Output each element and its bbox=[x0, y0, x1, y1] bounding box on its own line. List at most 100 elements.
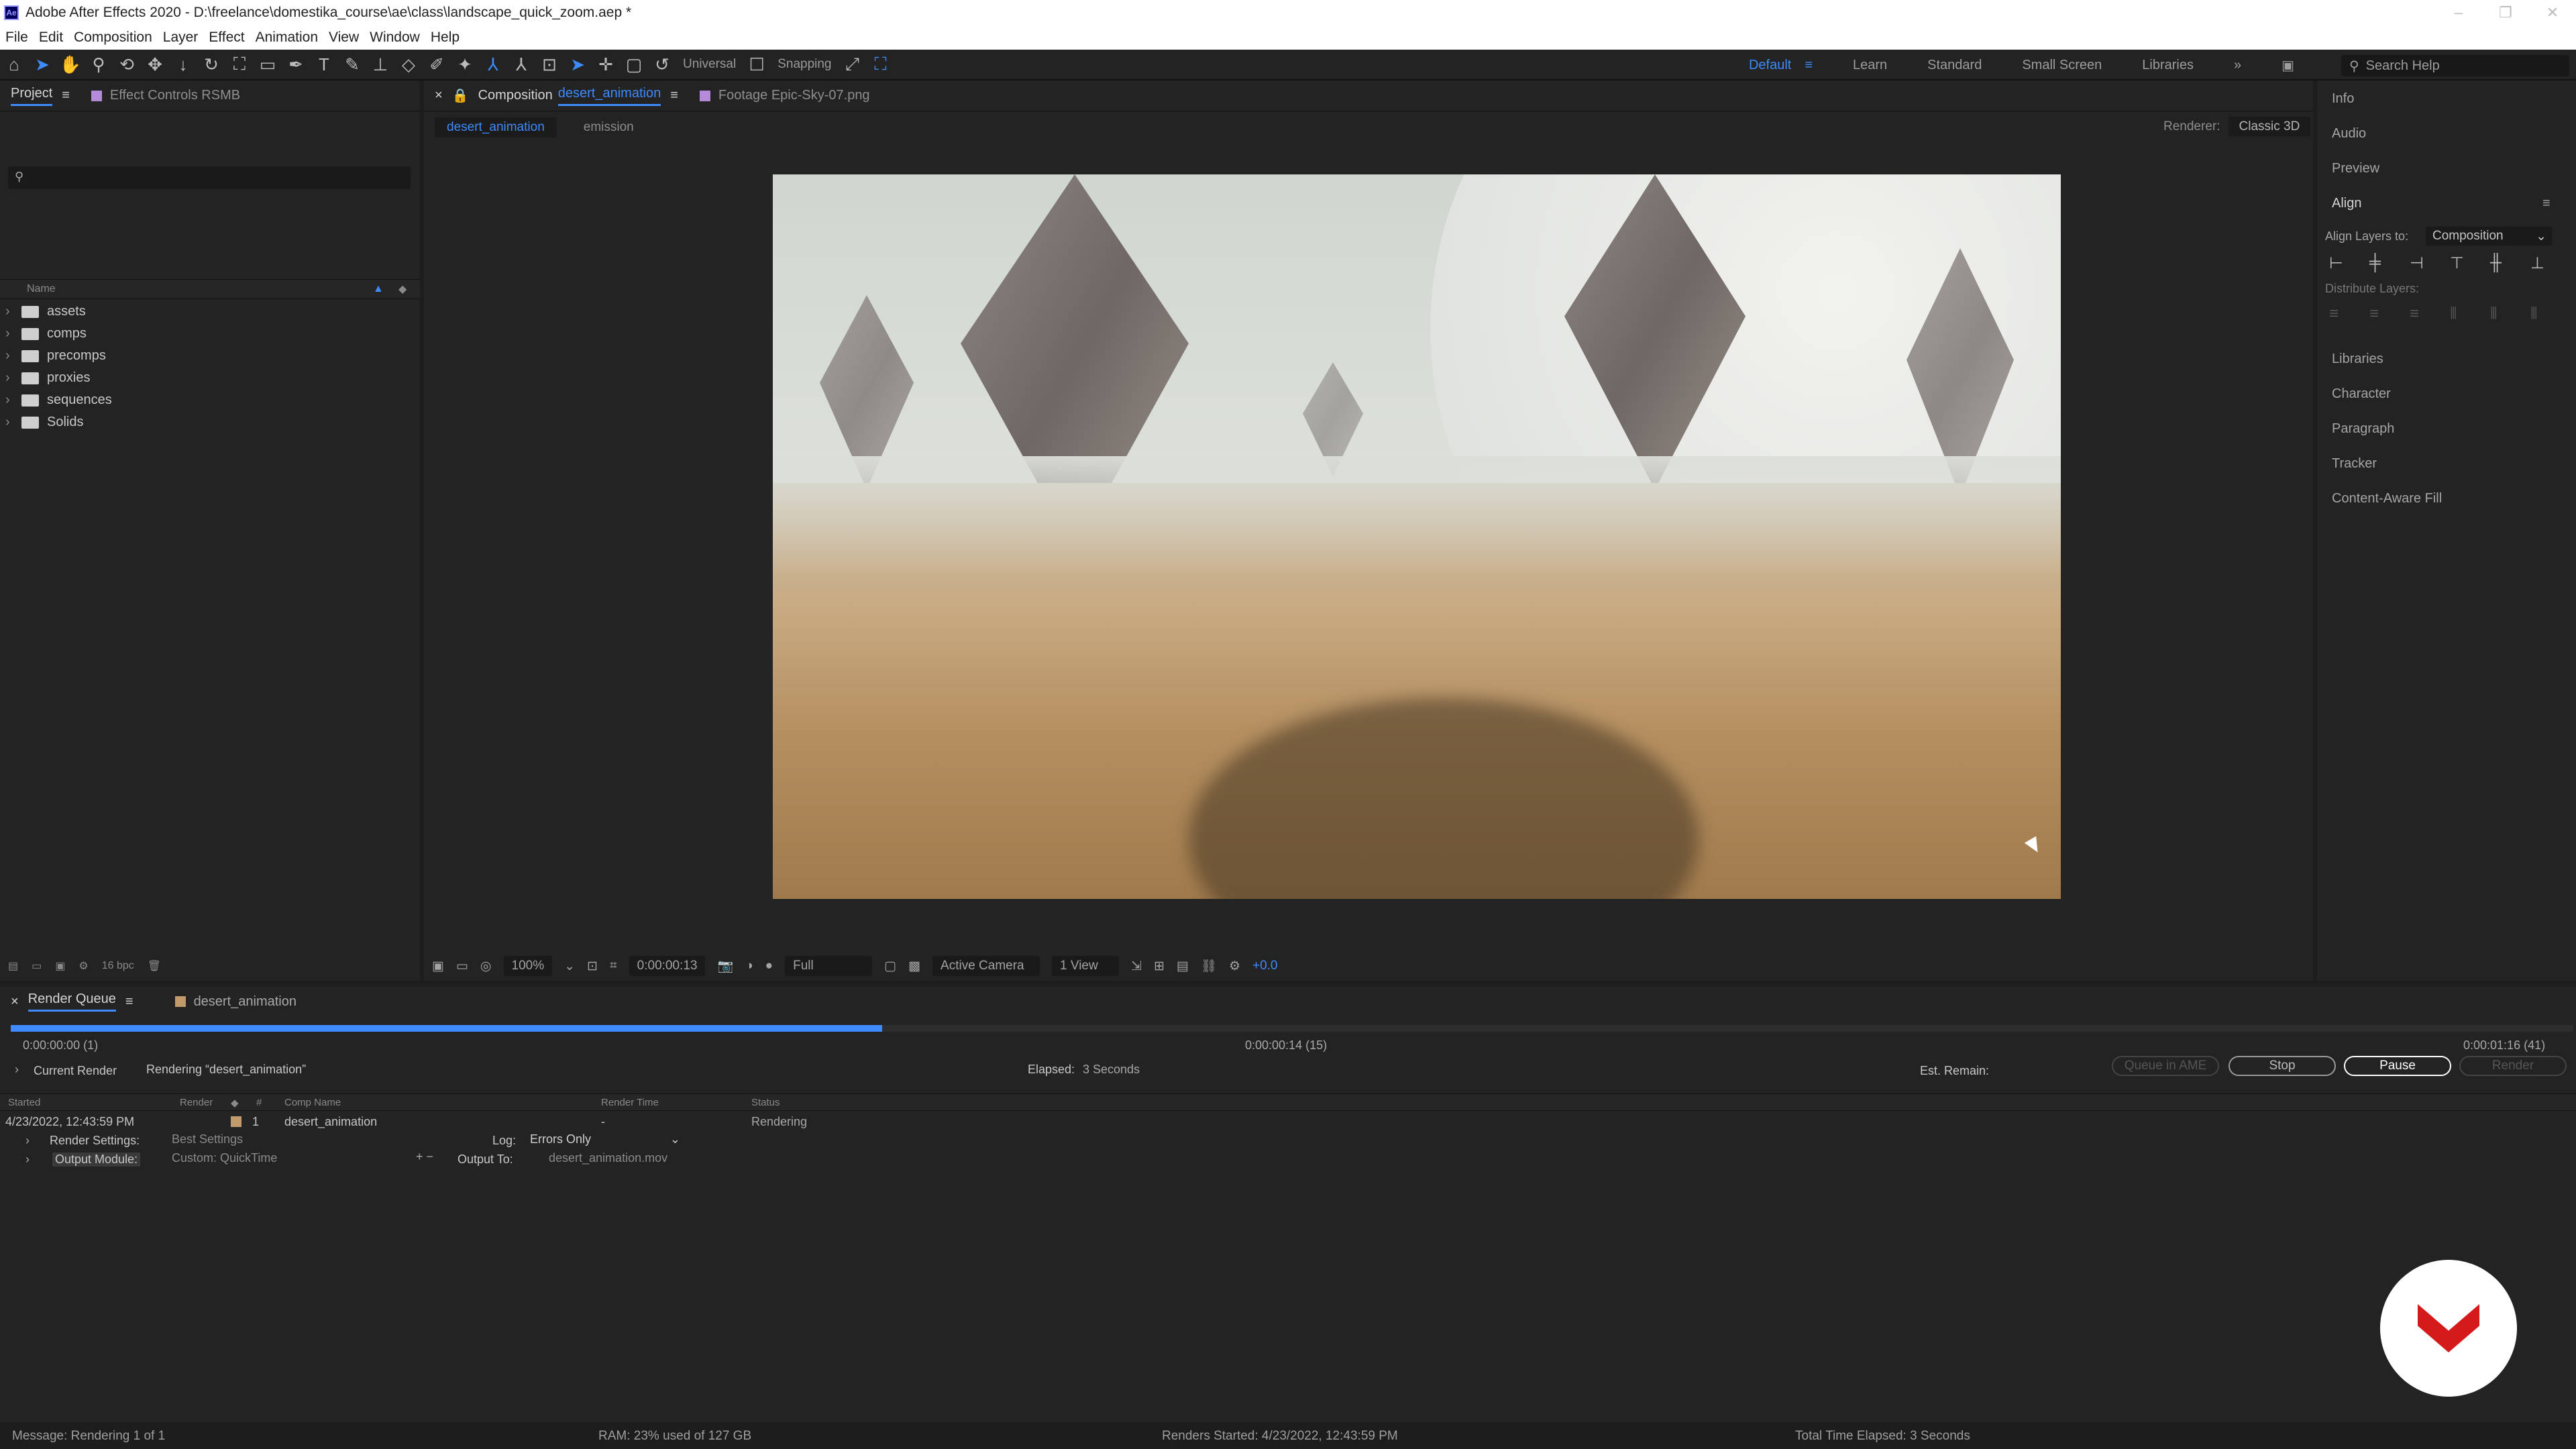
row-label-swatch[interactable] bbox=[231, 1116, 241, 1127]
menu-window[interactable]: Window bbox=[370, 30, 420, 46]
column-render[interactable]: Render bbox=[180, 1097, 213, 1108]
timeline-icon[interactable]: ▤ bbox=[1177, 959, 1189, 974]
more-workspaces-icon[interactable]: » bbox=[2234, 58, 2241, 73]
world-axis-icon[interactable]: ⅄ bbox=[507, 50, 535, 78]
tab-timeline[interactable]: desert_animation bbox=[164, 986, 307, 1017]
pause-button[interactable]: Pause bbox=[2344, 1056, 2451, 1076]
resolution-select[interactable]: Full bbox=[785, 956, 873, 976]
restore-button[interactable]: ❐ bbox=[2482, 0, 2529, 25]
sort-arrow-icon[interactable]: ▲ bbox=[373, 283, 384, 295]
monitor-icon[interactable]: ▭ bbox=[456, 959, 468, 974]
pan-camera-icon[interactable]: ✥ bbox=[141, 50, 169, 78]
composition-viewer[interactable] bbox=[773, 174, 2061, 899]
output-to-value[interactable]: desert_animation.mov bbox=[549, 1151, 667, 1165]
menu-edit[interactable]: Edit bbox=[39, 30, 63, 46]
column-started[interactable]: Started bbox=[8, 1097, 40, 1108]
panel-tracker[interactable]: Tracker bbox=[2332, 456, 2377, 472]
color-channels-icon[interactable]: ● bbox=[765, 959, 773, 973]
tab-render-queue[interactable]: × Render Queue ≡ bbox=[0, 986, 144, 1017]
list-item[interactable]: › comps bbox=[0, 323, 396, 345]
chevron-down-icon[interactable]: ⌄ bbox=[564, 959, 575, 974]
table-row[interactable]: 4/23/2022, 12:43:59 PM 1 desert_animatio… bbox=[0, 1112, 2576, 1131]
workspace-toggle-icon[interactable]: ▣ bbox=[2282, 57, 2294, 74]
label-tag-icon[interactable]: ◆ bbox=[398, 282, 407, 296]
queue-in-ame-button[interactable]: Queue in AME bbox=[2112, 1056, 2219, 1076]
panel-preview[interactable]: Preview bbox=[2332, 161, 2379, 176]
menu-animation[interactable]: Animation bbox=[256, 30, 318, 46]
tab-effect-controls[interactable]: Effect Controls RSMB bbox=[80, 80, 251, 111]
column-comp-name[interactable]: Comp Name bbox=[284, 1097, 341, 1108]
chevron-right-icon[interactable]: › bbox=[5, 326, 21, 341]
workspace-standard[interactable]: Standard bbox=[1927, 58, 1982, 73]
snap-options-icon[interactable]: ⤢ bbox=[839, 50, 867, 78]
panel-audio[interactable]: Audio bbox=[2332, 126, 2366, 142]
rotate-icon[interactable]: ↺ bbox=[648, 50, 676, 78]
align-right-icon[interactable]: ⊣ bbox=[2410, 254, 2450, 273]
column-name[interactable]: Name bbox=[27, 283, 56, 295]
label-tag-icon[interactable]: ◆ bbox=[231, 1097, 239, 1109]
zoom-select[interactable]: 100% bbox=[503, 956, 553, 976]
render-button[interactable]: Render bbox=[2459, 1056, 2567, 1076]
column-status[interactable]: Status bbox=[751, 1097, 780, 1108]
distribute-left-icon[interactable]: ⦀ bbox=[2450, 305, 2490, 323]
flowchart-icon[interactable]: ⛓ bbox=[1201, 958, 1217, 974]
exposure-reset-icon[interactable]: ⚙ bbox=[1229, 959, 1240, 974]
move-icon[interactable]: ✛ bbox=[592, 50, 620, 78]
list-item[interactable]: › sequences bbox=[0, 389, 396, 411]
workspace-small-screen[interactable]: Small Screen bbox=[2022, 58, 2102, 73]
panel-menu-icon[interactable]: ≡ bbox=[125, 994, 133, 1010]
align-bottom-icon[interactable]: ⊥ bbox=[2530, 254, 2571, 273]
chevron-right-icon[interactable]: › bbox=[5, 304, 21, 319]
snap-grid-icon[interactable]: ⛶ bbox=[867, 50, 895, 78]
type-tool-icon[interactable]: T bbox=[310, 50, 338, 78]
rotation-tool-icon[interactable]: ↻ bbox=[197, 50, 225, 78]
view-axis-icon[interactable]: ⊡ bbox=[535, 50, 564, 78]
workspace-learn[interactable]: Learn bbox=[1853, 58, 1887, 73]
search-help-field[interactable]: ⚲ Search Help bbox=[2341, 55, 2569, 76]
column-index[interactable]: # bbox=[256, 1097, 262, 1108]
project-settings-icon[interactable]: ⚙ bbox=[78, 959, 88, 973]
pan-behind-icon[interactable]: ⛶ bbox=[225, 50, 254, 78]
selection-tool-icon[interactable]: ➤ bbox=[28, 50, 56, 78]
workspace-default[interactable]: Default bbox=[1749, 58, 1791, 73]
show-snapshot-icon[interactable]: ◑ bbox=[745, 959, 753, 973]
orbit-camera-icon[interactable]: ⟲ bbox=[113, 50, 141, 78]
snapshot-icon[interactable]: 📷 bbox=[717, 958, 733, 974]
distribute-right-icon[interactable]: ⦀ bbox=[2530, 305, 2571, 323]
menu-help[interactable]: Help bbox=[431, 30, 460, 46]
grid-icon[interactable]: ⌗ bbox=[610, 959, 617, 973]
exposure-value[interactable]: +0.0 bbox=[1252, 959, 1278, 973]
chevron-right-icon[interactable]: › bbox=[5, 392, 21, 408]
menu-view[interactable]: View bbox=[329, 30, 359, 46]
pen-tool-icon[interactable]: ✒ bbox=[282, 50, 310, 78]
list-item[interactable]: › precomps bbox=[0, 345, 396, 367]
list-item[interactable]: › Solids bbox=[0, 411, 396, 433]
output-module-value[interactable]: Custom: QuickTime bbox=[172, 1151, 277, 1165]
chevron-right-icon[interactable]: › bbox=[15, 1063, 19, 1077]
lock-icon[interactable]: 🔒 bbox=[452, 87, 469, 104]
panel-content-aware-fill[interactable]: Content-Aware Fill bbox=[2332, 491, 2442, 506]
brush-tool-icon[interactable]: ✎ bbox=[338, 50, 366, 78]
workspace-libraries[interactable]: Libraries bbox=[2142, 58, 2194, 73]
renderer-info[interactable]: Renderer: Classic 3D bbox=[2163, 117, 2311, 136]
add-output-module-icon[interactable]: + − bbox=[416, 1150, 433, 1164]
breadcrumb-desert-animation[interactable]: desert_animation bbox=[435, 117, 557, 138]
clone-stamp-icon[interactable]: ⊥ bbox=[366, 50, 394, 78]
eraser-icon[interactable]: ◇ bbox=[394, 50, 423, 78]
fast-preview-icon[interactable]: ⊞ bbox=[1154, 959, 1165, 974]
chevron-right-icon[interactable]: › bbox=[5, 415, 21, 430]
rectangle-tool-icon[interactable]: ▭ bbox=[254, 50, 282, 78]
stop-button[interactable]: Stop bbox=[2229, 1056, 2336, 1076]
universal-selection-icon[interactable]: ➤ bbox=[564, 50, 592, 78]
scale-icon[interactable]: ▢ bbox=[620, 50, 648, 78]
trash-icon[interactable]: 🗑 bbox=[148, 959, 161, 973]
menu-composition[interactable]: Composition bbox=[74, 30, 152, 46]
tab-footage[interactable]: Footage Epic-Sky-07.png bbox=[689, 80, 881, 111]
puppet-pin-icon[interactable]: ✦ bbox=[451, 50, 479, 78]
close-tab-icon[interactable]: × bbox=[11, 994, 19, 1010]
align-vcenter-icon[interactable]: ╫ bbox=[2490, 254, 2530, 273]
hand-tool-icon[interactable]: ✋ bbox=[56, 50, 85, 78]
roto-brush-icon[interactable]: ✐ bbox=[423, 50, 451, 78]
fit-icon[interactable]: ⊡ bbox=[587, 959, 598, 974]
tab-project[interactable]: Project ≡ bbox=[0, 80, 80, 111]
